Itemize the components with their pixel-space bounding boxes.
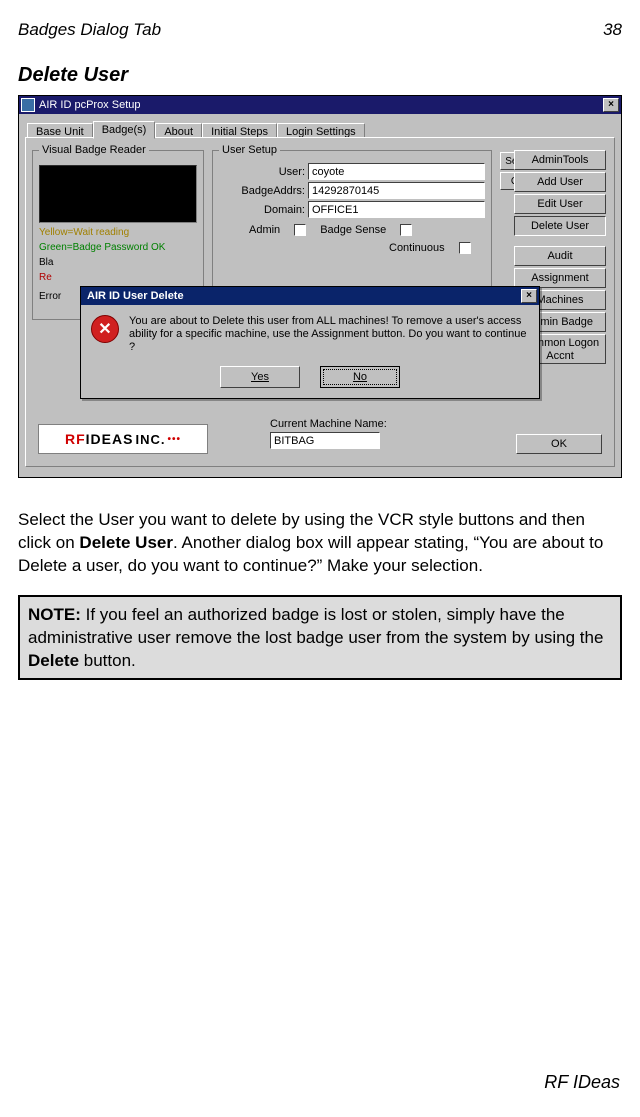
- badgeaddrs-input[interactable]: [308, 182, 485, 199]
- status-green: Green=Badge Password OK: [39, 242, 197, 253]
- logo-ideas: IDEAS: [86, 431, 134, 447]
- setup-window: AIR ID pcProx Setup × Base Unit Badge(s)…: [18, 95, 622, 478]
- close-icon[interactable]: ×: [603, 98, 619, 112]
- page-footer: RF IDeas: [544, 1072, 620, 1093]
- status-yellow: Yellow=Wait reading: [39, 227, 197, 238]
- user-label: User:: [219, 166, 305, 178]
- group-legend: User Setup: [219, 144, 280, 156]
- logo-inc: INC.: [135, 432, 165, 447]
- para-b: Delete User: [79, 533, 173, 552]
- dialog-titlebar: AIR ID User Delete ×: [81, 287, 539, 305]
- note-box: NOTE: If you feel an authorized badge is…: [18, 595, 622, 680]
- note-c: Delete: [28, 651, 79, 670]
- status-red: Re: [39, 272, 197, 283]
- logo-rf: RF: [65, 431, 86, 447]
- note-d: button.: [79, 651, 136, 670]
- page-number: 38: [603, 20, 622, 40]
- yes-button[interactable]: Yes: [220, 366, 300, 388]
- ok-button[interactable]: OK: [516, 434, 602, 454]
- no-button[interactable]: No: [320, 366, 400, 388]
- dialog-text: You are about to Delete this user from A…: [129, 315, 529, 354]
- continuous-label: Continuous: [389, 242, 445, 254]
- page-header: Badges Dialog Tab 38: [18, 20, 622, 40]
- group-legend: Visual Badge Reader: [39, 144, 149, 156]
- user-input[interactable]: [308, 163, 485, 180]
- dialog-title: AIR ID User Delete: [83, 290, 521, 302]
- rfideas-logo: RFIDEAS INC. •••: [38, 424, 208, 454]
- window-title: AIR ID pcProx Setup: [39, 99, 603, 111]
- admin-label: Admin: [249, 224, 280, 236]
- body-paragraph: Select the User you want to delete by us…: [18, 508, 622, 577]
- tab-strip: Base Unit Badge(s) About Initial Steps L…: [25, 120, 615, 138]
- delete-user-button[interactable]: Delete User: [514, 216, 606, 236]
- admin-checkbox[interactable]: [294, 224, 306, 236]
- continuous-checkbox[interactable]: [459, 242, 471, 254]
- app-icon: [21, 98, 35, 112]
- current-machine: Current Machine Name:: [270, 418, 387, 449]
- logo-dots-icon: •••: [167, 434, 181, 445]
- section-title: Delete User: [18, 64, 622, 87]
- audit-button[interactable]: Audit: [514, 246, 606, 266]
- admintools-button[interactable]: AdminTools: [514, 150, 606, 170]
- delete-user-dialog: AIR ID User Delete × ✕ You are about to …: [80, 286, 540, 399]
- badgesense-checkbox[interactable]: [400, 224, 412, 236]
- domain-input[interactable]: [308, 201, 485, 218]
- current-machine-input[interactable]: [270, 432, 380, 449]
- status-black: Bla: [39, 257, 197, 268]
- tab-badges[interactable]: Badge(s): [93, 121, 156, 139]
- assignment-button[interactable]: Assignment: [514, 268, 606, 288]
- badgesense-label: Badge Sense: [320, 224, 386, 236]
- note-b: If you feel an authorized badge is lost …: [28, 605, 603, 647]
- note-label: NOTE:: [28, 605, 81, 624]
- close-icon[interactable]: ×: [521, 289, 537, 303]
- add-user-button[interactable]: Add User: [514, 172, 606, 192]
- edit-user-button[interactable]: Edit User: [514, 194, 606, 214]
- current-machine-label: Current Machine Name:: [270, 418, 387, 430]
- error-icon: ✕: [91, 315, 119, 343]
- badgeaddrs-label: BadgeAddrs:: [219, 185, 305, 197]
- domain-label: Domain:: [219, 204, 305, 216]
- header-left: Badges Dialog Tab: [18, 20, 161, 40]
- titlebar: AIR ID pcProx Setup ×: [19, 96, 621, 114]
- tab-panel: Visual Badge Reader Yellow=Wait reading …: [25, 137, 615, 467]
- badge-display: [39, 165, 197, 223]
